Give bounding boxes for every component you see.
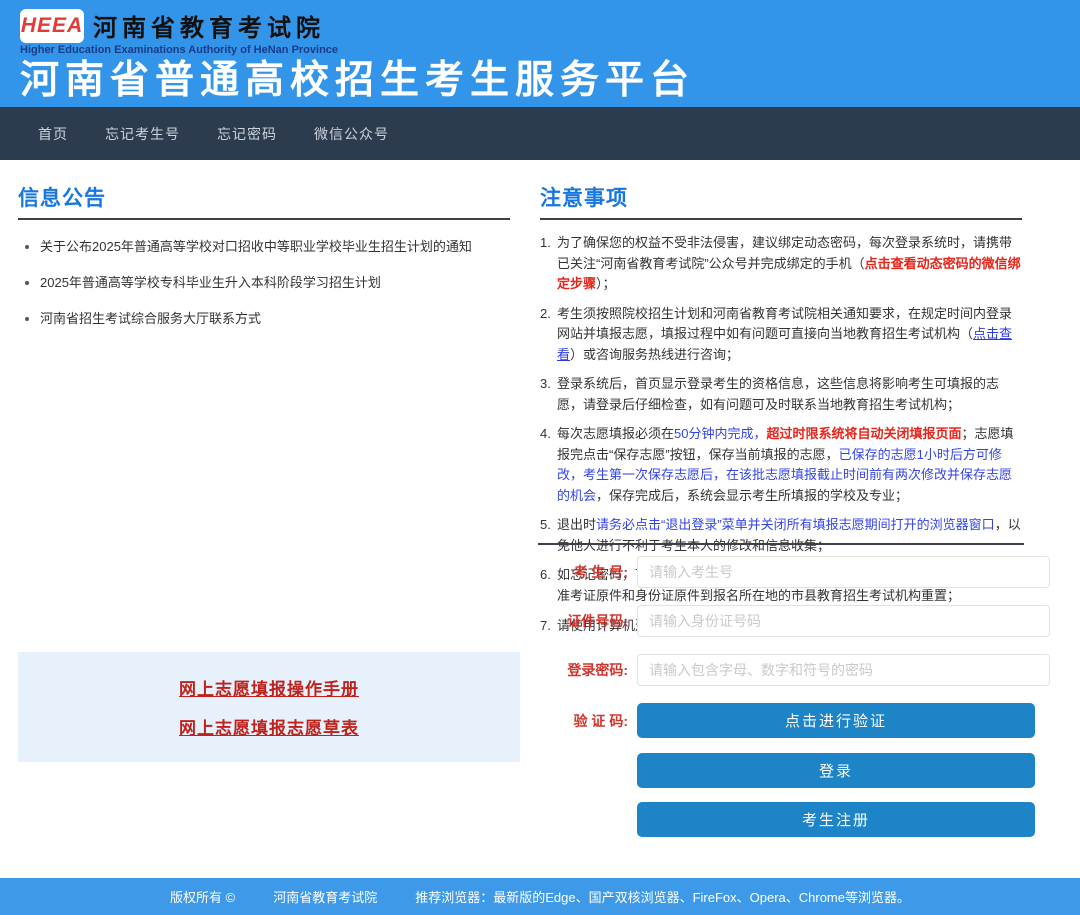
- register-button[interactable]: 考生注册: [637, 802, 1035, 837]
- id-number-row: 证件号码:: [540, 605, 1058, 637]
- register-button-row: 考生注册: [540, 802, 1058, 837]
- note-text: 每次志愿填报必须在: [557, 426, 674, 441]
- notes-title: 注意事项: [540, 182, 1022, 212]
- note-text: 超过时限系统将自动关闭填报页面: [766, 426, 961, 441]
- manual-link-draft-form[interactable]: 网上志愿填报志愿草表: [179, 714, 359, 739]
- id-number-label: 证件号码:: [540, 611, 637, 631]
- nav-item-forgot-candidate-id[interactable]: 忘记考生号: [105, 124, 180, 144]
- org-name: 河南省教育考试院: [93, 8, 325, 43]
- announcements-section: 信息公告 关于公布2025年普通高等学校对口招收中等职业学校毕业生招生计划的通知…: [18, 182, 510, 344]
- captcha-verify-button[interactable]: 点击进行验证: [637, 703, 1035, 738]
- note-text: ，保存完成后，系统会显示考生所填报的学校及专业；: [596, 488, 908, 503]
- login-form: 考 生 号: 证件号码: 登录密码: 验 证 码: 点击进行验证 登录 考生注册: [540, 556, 1058, 851]
- note-text: ）或咨询服务热线进行咨询；: [570, 347, 739, 362]
- footer-org: 河南省教育考试院: [273, 887, 377, 906]
- id-number-input[interactable]: [637, 605, 1050, 637]
- note-text: 考生须按照院校招生计划和河南省教育考试院相关通知要求，在规定时间内登录网站并填报…: [557, 306, 1012, 342]
- note-item: 3. 登录系统后，首页显示登录考生的资格信息，这些信息将影响考生可填报的志愿，请登…: [540, 374, 1022, 415]
- note-item: 4.每次志愿填报必须在50分钟内完成，超过时限系统将自动关闭填报页面；志愿填报完…: [540, 424, 1022, 506]
- announcement-item[interactable]: 关于公布2025年普通高等学校对口招收中等职业学校毕业生招生计划的通知: [40, 236, 510, 255]
- main-nav: 首页 忘记考生号 忘记密码 微信公众号: [0, 107, 1080, 160]
- note-item: 2. 考生须按照院校招生计划和河南省教育考试院相关通知要求，在规定时间内登录网站并…: [540, 304, 1022, 366]
- candidate-id-label: 考 生 号:: [540, 562, 637, 582]
- footer-copyright: 版权所有 ©: [170, 887, 235, 906]
- candidate-id-row: 考 生 号:: [540, 556, 1058, 588]
- note-number: 4.: [540, 424, 551, 445]
- captcha-row: 验 证 码: 点击进行验证: [540, 703, 1058, 738]
- manual-links-box: 网上志愿填报操作手册 网上志愿填报志愿草表: [18, 652, 520, 762]
- note-text: ）；: [596, 276, 616, 291]
- note-text: 退出时: [557, 517, 596, 532]
- note-item: 5.退出时请务必点击“退出登录”菜单并关闭所有填报志愿期间打开的浏览器窗口，以免…: [540, 515, 1022, 556]
- nav-item-forgot-password[interactable]: 忘记密码: [217, 124, 277, 144]
- logo-row: HEEA 河南省教育考试院: [20, 8, 1080, 43]
- site-title: 河南省普通高校招生考生服务平台: [20, 57, 1080, 104]
- password-label: 登录密码:: [540, 660, 637, 680]
- note-item: 1.为了确保您的权益不受非法侵害，建议绑定动态密码，每次登录系统时，请携带已关注…: [540, 233, 1022, 295]
- page: HEEA 河南省教育考试院 Higher Education Examinati…: [0, 0, 1080, 915]
- heea-logo-icon: HEEA: [20, 9, 84, 43]
- announcements-title: 信息公告: [18, 182, 510, 212]
- note-text: 50分钟内完成，: [674, 426, 766, 441]
- announcements-title-rule: [18, 218, 510, 220]
- site-footer: 版权所有 © 河南省教育考试院 推荐浏览器：最新版的Edge、国产双核浏览器、F…: [0, 878, 1080, 915]
- nav-item-home[interactable]: 首页: [38, 124, 68, 144]
- org-name-english: Higher Education Examinations Authority …: [20, 44, 1080, 57]
- form-divider: [538, 543, 1024, 545]
- password-input[interactable]: [637, 654, 1050, 686]
- note-number: 2.: [540, 304, 551, 325]
- note-text: 登录系统后，首页显示登录考生的资格信息，这些信息将影响考生可填报的志愿，请登录后…: [557, 376, 999, 412]
- announcement-item[interactable]: 2025年普通高等学校专科毕业生升入本科阶段学习招生计划: [40, 272, 510, 291]
- notes-title-rule: [540, 218, 1022, 220]
- footer-browsers: 推荐浏览器：最新版的Edge、国产双核浏览器、FireFox、Opera、Chr…: [415, 887, 910, 906]
- nav-item-wechat-official-account[interactable]: 微信公众号: [314, 124, 389, 144]
- note-number: 3.: [540, 374, 551, 395]
- site-header: HEEA 河南省教育考试院 Higher Education Examinati…: [0, 0, 1080, 107]
- captcha-label: 验 证 码:: [540, 711, 637, 731]
- note-number: 1.: [540, 233, 551, 254]
- login-button-row: 登录: [540, 753, 1058, 788]
- manual-link-handbook[interactable]: 网上志愿填报操作手册: [179, 675, 359, 700]
- note-number: 5.: [540, 515, 551, 536]
- login-button[interactable]: 登录: [637, 753, 1035, 788]
- announcement-list: 关于公布2025年普通高等学校对口招收中等职业学校毕业生招生计划的通知 2025年…: [40, 236, 510, 327]
- password-row: 登录密码:: [540, 654, 1058, 686]
- candidate-id-input[interactable]: [637, 556, 1050, 588]
- note-text: 请务必点击“退出登录”菜单并关闭所有填报志愿期间打开的浏览器窗口: [596, 517, 995, 532]
- announcement-item[interactable]: 河南省招生考试综合服务大厅联系方式: [40, 308, 510, 327]
